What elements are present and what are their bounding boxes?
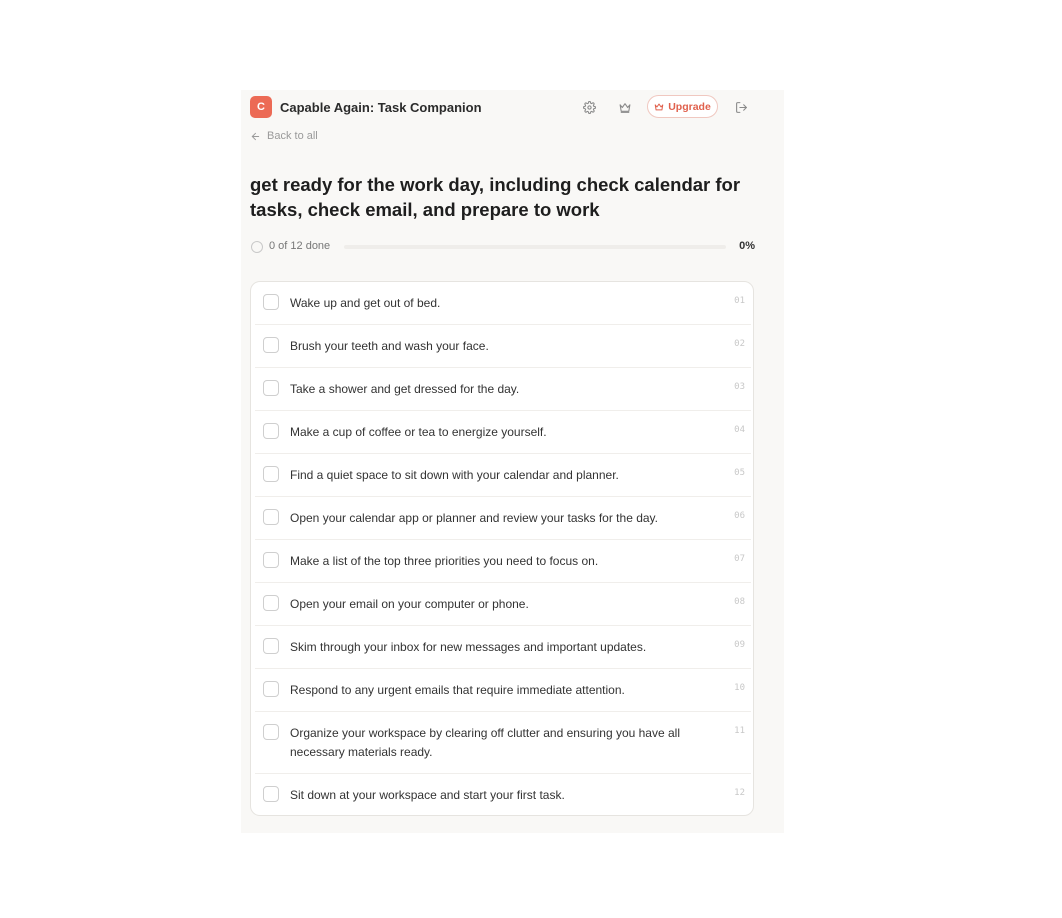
- step-checkbox[interactable]: [263, 423, 279, 439]
- step-text: Respond to any urgent emails that requir…: [290, 683, 625, 697]
- step-list: Wake up and get out of bed. 01 Brush you…: [250, 281, 754, 816]
- logout-icon[interactable]: [733, 99, 750, 116]
- crown-icon: [654, 103, 664, 110]
- step-row: Take a shower and get dressed for the da…: [255, 368, 751, 411]
- upgrade-button[interactable]: Upgrade: [647, 95, 718, 118]
- step-checkbox[interactable]: [263, 466, 279, 482]
- step-checkbox[interactable]: [263, 724, 279, 740]
- back-link[interactable]: Back to all: [250, 130, 318, 142]
- app-header: C Capable Again: Task Companion Upgrade: [241, 90, 784, 125]
- step-text: Open your calendar app or planner and re…: [290, 511, 658, 525]
- step-text: Find a quiet space to sit down with your…: [290, 468, 619, 482]
- progress-percent: 0%: [739, 240, 755, 252]
- progress-row: 0 of 12 done 0%: [250, 240, 755, 254]
- app-panel: C Capable Again: Task Companion Upgrade: [241, 90, 784, 833]
- step-number: 05: [734, 468, 745, 478]
- step-checkbox[interactable]: [263, 509, 279, 525]
- arrow-left-icon: [251, 132, 260, 140]
- step-number: 11: [734, 726, 745, 736]
- app-title: Capable Again: Task Companion: [280, 100, 482, 115]
- step-number: 12: [734, 788, 745, 798]
- step-text: Open your email on your computer or phon…: [290, 597, 529, 611]
- step-row: Organize your workspace by clearing off …: [255, 712, 751, 774]
- step-checkbox[interactable]: [263, 337, 279, 353]
- step-number: 09: [734, 640, 745, 650]
- step-row: Open your calendar app or planner and re…: [255, 497, 751, 540]
- step-number: 10: [734, 683, 745, 693]
- step-number: 03: [734, 382, 745, 392]
- step-text: Skim through your inbox for new messages…: [290, 640, 647, 654]
- step-text: Make a list of the top three priorities …: [290, 554, 599, 568]
- step-row: Brush your teeth and wash your face. 02: [255, 325, 751, 368]
- upgrade-label: Upgrade: [668, 100, 711, 113]
- step-text: Make a cup of coffee or tea to energize …: [290, 425, 547, 439]
- crown-icon[interactable]: [616, 99, 633, 116]
- progress-bar: [344, 245, 726, 249]
- step-number: 06: [734, 511, 745, 521]
- step-row: Wake up and get out of bed. 01: [255, 282, 751, 325]
- progress-circle-icon: [251, 241, 263, 253]
- step-checkbox[interactable]: [263, 294, 279, 310]
- app-logo: C: [250, 96, 272, 118]
- step-text: Take a shower and get dressed for the da…: [290, 382, 520, 396]
- step-text: Wake up and get out of bed.: [290, 296, 441, 310]
- progress-text: 0 of 12 done: [269, 240, 331, 252]
- back-label: Back to all: [267, 130, 318, 142]
- step-row: Find a quiet space to sit down with your…: [255, 454, 751, 497]
- page-title: get ready for the work day, including ch…: [250, 174, 741, 220]
- step-checkbox[interactable]: [263, 786, 279, 802]
- step-number: 07: [734, 554, 745, 564]
- step-text: Organize your workspace by clearing off …: [290, 726, 680, 759]
- step-number: 04: [734, 425, 745, 435]
- step-number: 02: [734, 339, 745, 349]
- step-number: 08: [734, 597, 745, 607]
- gear-icon[interactable]: [581, 99, 598, 116]
- step-row: Make a list of the top three priorities …: [255, 540, 751, 583]
- step-row: Skim through your inbox for new messages…: [255, 626, 751, 669]
- step-checkbox[interactable]: [263, 595, 279, 611]
- step-checkbox[interactable]: [263, 638, 279, 654]
- step-row: Respond to any urgent emails that requir…: [255, 669, 751, 712]
- step-number: 01: [734, 296, 745, 306]
- step-text: Sit down at your workspace and start you…: [290, 788, 565, 802]
- step-row: Make a cup of coffee or tea to energize …: [255, 411, 751, 454]
- step-text: Brush your teeth and wash your face.: [290, 339, 489, 353]
- step-row: Sit down at your workspace and start you…: [255, 774, 751, 815]
- step-checkbox[interactable]: [263, 380, 279, 396]
- step-checkbox[interactable]: [263, 681, 279, 697]
- step-row: Open your email on your computer or phon…: [255, 583, 751, 626]
- step-checkbox[interactable]: [263, 552, 279, 568]
